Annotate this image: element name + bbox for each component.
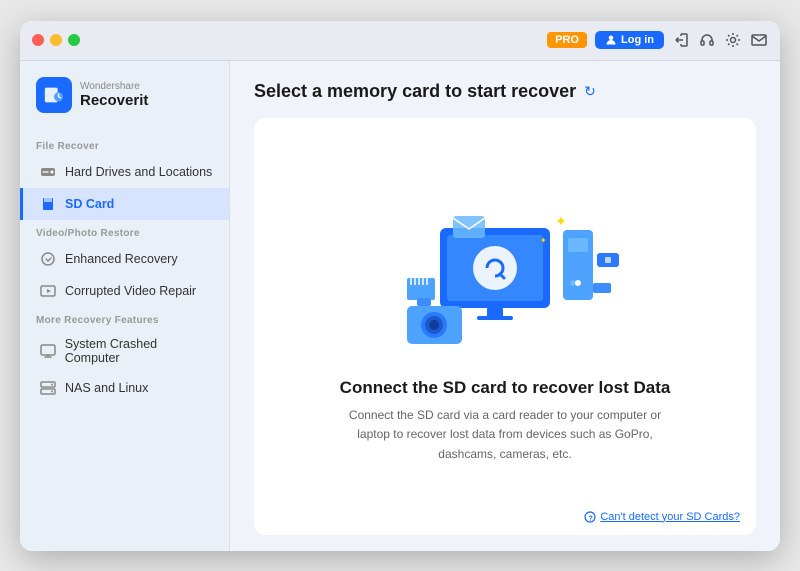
more-features-section-label: More Recovery Features <box>20 307 229 330</box>
sidebar-item-enhanced-recovery[interactable]: Enhanced Recovery <box>20 243 229 275</box>
user-icon <box>605 34 617 46</box>
minimize-button[interactable] <box>50 34 62 46</box>
sidebar-item-hard-drives[interactable]: Hard Drives and Locations <box>20 156 229 188</box>
page-title: Select a memory card to start recover <box>254 81 576 102</box>
content-header: Select a memory card to start recover ↻ <box>254 81 756 102</box>
enhanced-recovery-icon <box>39 250 57 268</box>
svg-text:✦: ✦ <box>555 213 567 229</box>
brand-name: Recoverit <box>80 92 148 109</box>
card-description: Connect the SD card via a card reader to… <box>335 406 675 464</box>
mail-icon[interactable] <box>750 31 768 49</box>
sidebar-item-nas-linux-label: NAS and Linux <box>65 381 148 395</box>
card-title: Connect the SD card to recover lost Data <box>340 378 671 398</box>
titlebar-actions: PRO Log in <box>547 31 768 49</box>
main-card: ✦ ✦ Connect the SD card to recover lost … <box>254 118 756 535</box>
sidebar-item-system-crashed[interactable]: System Crashed Computer <box>20 330 229 372</box>
maximize-button[interactable] <box>68 34 80 46</box>
sd-card-icon <box>39 195 57 213</box>
sidebar-item-hard-drives-label: Hard Drives and Locations <box>65 165 212 179</box>
corrupted-video-icon <box>39 282 57 300</box>
brand-text: Wondershare Recoverit <box>80 81 148 109</box>
signin-icon[interactable] <box>672 31 690 49</box>
sidebar-item-corrupted-video-label: Corrupted Video Repair <box>65 284 196 298</box>
illustration: ✦ ✦ <box>385 188 625 358</box>
pro-badge: PRO <box>547 32 587 48</box>
sidebar-item-corrupted-video[interactable]: Corrupted Video Repair <box>20 275 229 307</box>
app-window: PRO Log in <box>20 21 780 551</box>
cant-detect-link[interactable]: ? Can't detect your SD Cards? <box>584 511 740 523</box>
settings-icon[interactable] <box>724 31 742 49</box>
nas-linux-icon <box>39 379 57 397</box>
brand: Wondershare Recoverit <box>20 77 229 133</box>
question-icon: ? <box>584 511 596 523</box>
system-crashed-icon <box>39 342 57 360</box>
hard-drive-icon <box>39 163 57 181</box>
svg-text:?: ? <box>589 515 593 522</box>
login-button[interactable]: Log in <box>595 31 664 49</box>
sidebar-item-sd-card[interactable]: SD Card <box>20 188 229 220</box>
file-recover-section-label: File Recover <box>20 133 229 156</box>
content-area: Select a memory card to start recover ↻ <box>230 61 780 551</box>
brand-logo <box>43 84 65 106</box>
brand-sub: Wondershare <box>80 81 148 92</box>
svg-text:✦: ✦ <box>540 236 547 245</box>
sidebar-item-enhanced-recovery-label: Enhanced Recovery <box>65 252 178 266</box>
close-button[interactable] <box>32 34 44 46</box>
brand-icon <box>36 77 72 113</box>
sidebar-item-system-crashed-label: System Crashed Computer <box>65 337 213 365</box>
sidebar-item-nas-linux[interactable]: NAS and Linux <box>20 372 229 404</box>
video-photo-section-label: Video/Photo Restore <box>20 220 229 243</box>
sidebar: Wondershare Recoverit File Recover Hard … <box>20 61 230 551</box>
headphone-icon[interactable] <box>698 31 716 49</box>
refresh-icon[interactable]: ↻ <box>584 83 596 100</box>
traffic-lights <box>32 34 80 46</box>
sidebar-item-sd-card-label: SD Card <box>65 197 114 211</box>
titlebar: PRO Log in <box>20 21 780 61</box>
main-layout: Wondershare Recoverit File Recover Hard … <box>20 61 780 551</box>
